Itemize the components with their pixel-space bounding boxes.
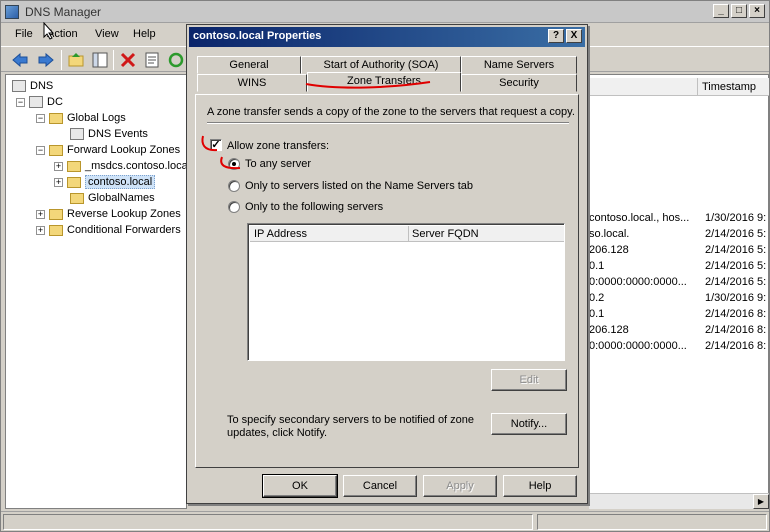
help-title-button[interactable]: ? <box>548 29 564 43</box>
close-dialog-button[interactable]: X <box>566 29 582 43</box>
forward-arrow-icon[interactable] <box>37 51 55 69</box>
tree-node-dns[interactable]: DNS <box>12 78 53 94</box>
mouse-cursor-icon <box>43 22 55 40</box>
main-titlebar[interactable]: DNS Manager _ □ × <box>1 1 769 23</box>
following-servers-radio[interactable] <box>228 201 240 213</box>
expand-icon[interactable]: + <box>54 177 63 187</box>
tab-name-servers[interactable]: Name Servers <box>461 56 577 74</box>
to-any-server-label: To any server <box>245 158 312 170</box>
notify-note: To specify secondary servers to be notif… <box>227 414 475 439</box>
table-row[interactable]: so.local. 2/14/2016 5: <box>589 228 769 244</box>
expand-icon[interactable]: + <box>36 209 45 219</box>
console-tree: DNS − DC − Global Logs DNS Events − Forw… <box>5 74 190 509</box>
back-arrow-icon[interactable] <box>11 51 29 69</box>
allow-zone-transfers-label: Allow zone transfers: <box>227 140 330 152</box>
folder-icon <box>49 112 63 124</box>
table-row[interactable]: 0.2 1/30/2016 9: <box>589 292 769 308</box>
tree-node-msdcs[interactable]: + _msdcs.contoso.local <box>54 158 190 174</box>
notify-button[interactable]: Notify... <box>491 413 567 435</box>
folder-icon <box>49 144 63 156</box>
refresh-icon[interactable] <box>167 51 185 69</box>
folder-icon <box>49 208 63 220</box>
menu-file[interactable]: File <box>15 28 33 40</box>
tree-node-reverse-lookup-zones[interactable]: + Reverse Lookup Zones <box>36 206 181 222</box>
dialog-titlebar[interactable]: contoso.local Properties ? X <box>189 27 585 47</box>
menu-view[interactable]: View <box>95 28 119 40</box>
zone-icon <box>70 192 84 204</box>
following-servers-label: Only to the following servers <box>245 201 384 213</box>
status-bar <box>1 511 769 531</box>
zone-properties-dialog: contoso.local Properties ? X General Sta… <box>186 24 588 504</box>
up-folder-icon[interactable] <box>67 51 85 69</box>
event-log-icon <box>70 128 84 140</box>
tree-node-forward-lookup-zones[interactable]: − Forward Lookup Zones <box>36 142 180 158</box>
cancel-button[interactable]: Cancel <box>343 475 417 497</box>
table-row[interactable]: 206.128 2/14/2016 8: <box>589 324 769 340</box>
table-row[interactable]: 0.1 2/14/2016 8: <box>589 308 769 324</box>
tree-node-contoso-local[interactable]: + contoso.local <box>54 174 156 190</box>
zone-icon <box>67 160 81 172</box>
name-servers-only-label: Only to servers listed on the Name Serve… <box>245 180 474 192</box>
properties-icon[interactable] <box>143 51 161 69</box>
dns-icon <box>12 80 26 92</box>
ip-address-column-header[interactable]: IP Address <box>254 228 307 240</box>
tab-zone-transfers[interactable]: Zone Transfers <box>307 72 461 92</box>
name-servers-only-radio[interactable] <box>228 180 240 192</box>
show-hide-tree-icon[interactable] <box>91 51 109 69</box>
collapse-icon[interactable]: − <box>16 97 25 107</box>
tree-node-dc[interactable]: − DC <box>16 94 63 110</box>
folder-icon <box>49 224 63 236</box>
menu-help[interactable]: Help <box>133 28 156 40</box>
expand-icon[interactable]: + <box>54 161 63 171</box>
horizontal-scrollbar[interactable]: ▶ <box>589 493 769 509</box>
tree-node-dns-events[interactable]: DNS Events <box>70 126 148 142</box>
server-fqdn-column-header[interactable]: Server FQDN <box>412 228 479 240</box>
records-list: Timestamp contoso.local., hos... 1/30/201… <box>589 74 769 509</box>
ok-button[interactable]: OK <box>262 474 338 498</box>
collapse-icon[interactable]: − <box>36 113 45 123</box>
table-row[interactable]: 0:0000:0000:0000... 2/14/2016 5: <box>589 276 769 292</box>
allow-zone-transfers-checkbox[interactable]: ✓ <box>210 139 222 151</box>
tree-node-global-logs[interactable]: − Global Logs <box>36 110 126 126</box>
tab-general[interactable]: General <box>197 56 301 74</box>
list-header: Timestamp <box>589 78 769 96</box>
tree-node-globalnames[interactable]: GlobalNames <box>70 190 155 206</box>
scroll-right-icon[interactable]: ▶ <box>753 494 769 509</box>
delete-icon[interactable] <box>119 51 137 69</box>
expand-icon[interactable]: + <box>36 225 45 235</box>
table-row[interactable]: 0:0000:0000:0000... 2/14/2016 8: <box>589 340 769 356</box>
timestamp-column-header[interactable]: Timestamp <box>702 81 756 93</box>
zone-transfer-description: A zone transfer sends a copy of the zone… <box>207 106 575 118</box>
table-row[interactable]: 0.1 2/14/2016 5: <box>589 260 769 276</box>
to-any-server-radio[interactable] <box>228 158 240 170</box>
apply-button[interactable]: Apply <box>423 475 497 497</box>
tree-node-conditional-forwarders[interactable]: + Conditional Forwarders <box>36 222 181 238</box>
server-icon <box>29 96 43 108</box>
help-button[interactable]: Help <box>503 475 577 497</box>
table-row[interactable]: 206.128 2/14/2016 5: <box>589 244 769 260</box>
tab-security[interactable]: Security <box>461 74 577 92</box>
edit-button[interactable]: Edit <box>491 369 567 391</box>
servers-table[interactable]: IP Address Server FQDN <box>247 223 565 361</box>
zone-icon <box>67 176 81 188</box>
collapse-icon[interactable]: − <box>36 145 45 155</box>
maximize-button[interactable]: □ <box>731 4 747 18</box>
table-row[interactable]: contoso.local., hos... 1/30/2016 9: <box>589 212 769 228</box>
dialog-title: contoso.local Properties <box>193 30 322 42</box>
dns-manager-icon <box>5 5 19 19</box>
servers-table-header: IP Address Server FQDN <box>250 226 564 242</box>
tab-wins[interactable]: WINS <box>197 74 307 92</box>
minimize-button[interactable]: _ <box>713 4 729 18</box>
close-window-button[interactable]: × <box>749 4 765 18</box>
window-title: DNS Manager <box>25 5 102 19</box>
